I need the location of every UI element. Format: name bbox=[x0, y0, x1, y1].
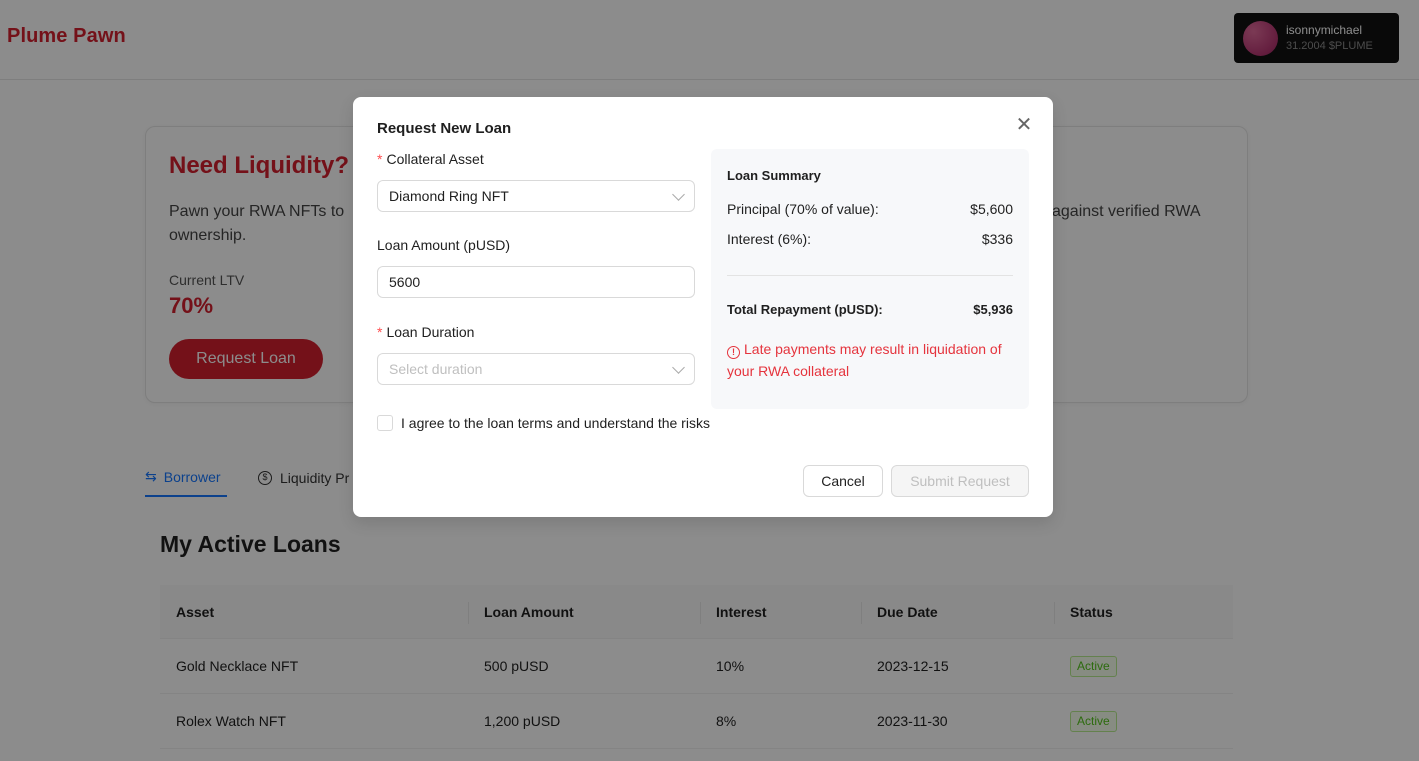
loan-summary-panel: Loan Summary Principal (70% of value): $… bbox=[711, 149, 1029, 409]
loan-duration-select[interactable]: Select duration bbox=[377, 353, 695, 385]
divider bbox=[727, 275, 1013, 276]
cancel-button[interactable]: Cancel bbox=[803, 465, 883, 497]
loan-duration-label: * Loan Duration bbox=[377, 324, 475, 340]
summary-title: Loan Summary bbox=[727, 168, 821, 183]
interest-row: Interest (6%): $336 bbox=[727, 231, 1013, 247]
submit-request-button[interactable]: Submit Request bbox=[891, 465, 1029, 497]
info-circle-icon: ! bbox=[727, 346, 740, 359]
principal-row: Principal (70% of value): $5,600 bbox=[727, 201, 1013, 217]
chevron-down-icon bbox=[672, 361, 685, 374]
liquidation-warning: ! Late payments may result in liquidation… bbox=[727, 341, 1002, 379]
modal-title: Request New Loan bbox=[377, 120, 512, 137]
collateral-label: * Collateral Asset bbox=[377, 151, 484, 167]
collateral-asset-select[interactable]: Diamond Ring NFT bbox=[377, 180, 695, 212]
agree-terms[interactable]: I agree to the loan terms and understand… bbox=[377, 415, 710, 431]
request-loan-modal: Request New Loan ✕ * Collateral Asset Dia… bbox=[353, 97, 1053, 517]
loan-amount-input[interactable]: 5600 bbox=[377, 266, 695, 298]
total-repayment-row: Total Repayment (pUSD): $5,936 bbox=[727, 302, 1013, 317]
page: Plume Pawn isonnymichael 31.2004 $PLUME … bbox=[0, 0, 1419, 761]
agree-checkbox[interactable] bbox=[377, 415, 393, 431]
close-icon[interactable]: ✕ bbox=[1013, 115, 1035, 137]
loan-amount-label: Loan Amount (pUSD) bbox=[377, 237, 511, 253]
chevron-down-icon bbox=[672, 188, 685, 201]
